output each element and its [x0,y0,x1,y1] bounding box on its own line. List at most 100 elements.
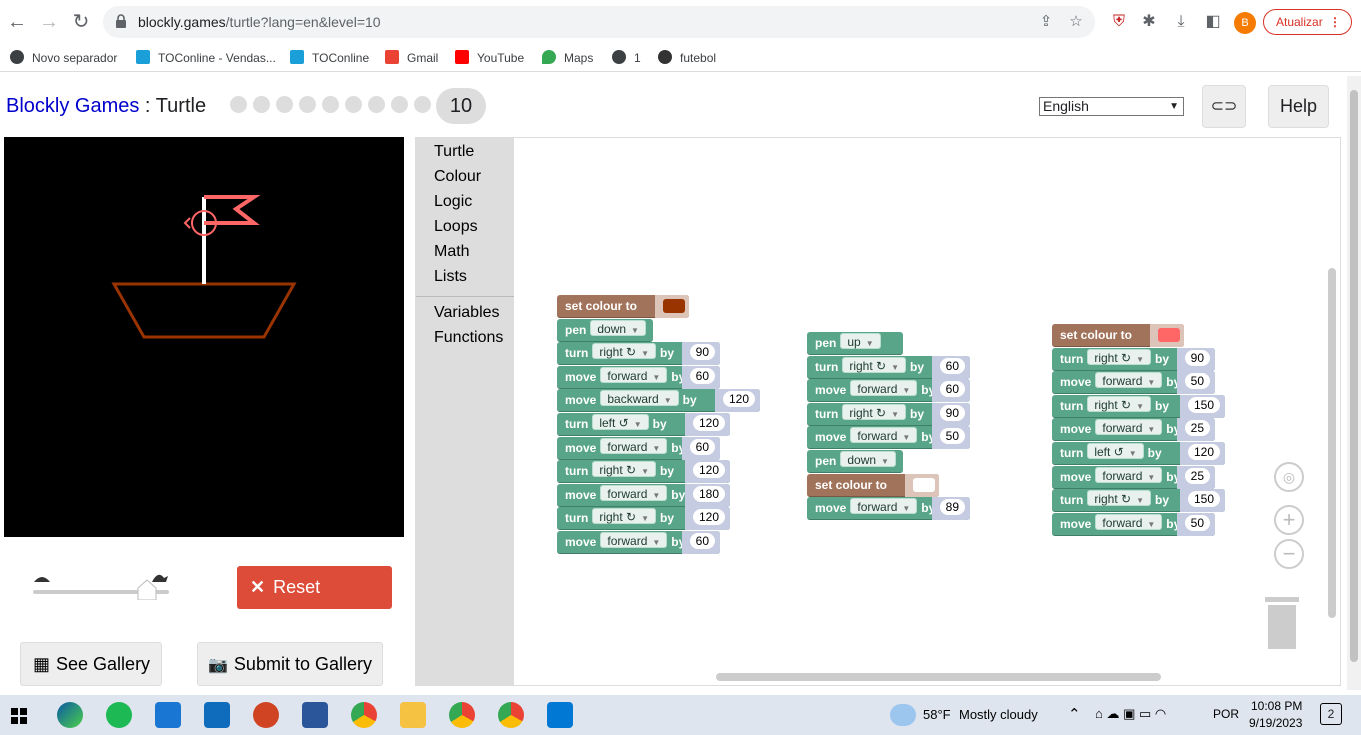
number-input[interactable]: 25 [1184,420,1210,437]
move-block[interactable]: move forward ▼ by 25 [1052,465,1215,489]
toolbox-functions[interactable]: Functions [434,329,503,347]
toolbox-logic[interactable]: Logic [434,193,472,211]
blockly-workspace[interactable]: Turtle Colour Logic Loops Math Lists Var… [415,137,1341,686]
see-gallery-button[interactable]: ▦ See Gallery [20,642,162,686]
toolbox-math[interactable]: Math [434,243,470,261]
turn-block[interactable]: turn left ↺ ▼ by 120 [557,413,730,436]
level-dot[interactable] [276,96,293,113]
workspace-vertical-scrollbar[interactable] [1328,268,1336,618]
bookmark-maps[interactable]: Maps [542,49,593,67]
move-block[interactable]: move forward ▼ by 180 [557,483,730,507]
turn-dropdown[interactable]: right ↻ ▼ [592,343,656,360]
zoom-out-icon[interactable]: − [1274,539,1304,569]
page-scrollbar[interactable] [1347,76,1361,690]
level-dot[interactable] [299,96,316,113]
turn-block[interactable]: turn right ↻ ▼ by 90 [1052,347,1215,371]
current-level[interactable]: 10 [436,88,486,124]
windows-start-icon[interactable] [11,708,27,724]
speed-slider[interactable] [30,570,175,600]
toolbox-colour[interactable]: Colour [434,168,481,186]
address-bar[interactable]: blockly.games/turtle?lang=en&level=10 ⇪ … [103,6,1095,38]
level-dot[interactable] [345,96,362,113]
level-dot[interactable] [322,96,339,113]
bookmark-toconline-vendas[interactable]: TOConline - Vendas... [136,49,276,67]
move-block[interactable]: move forward ▼ by 50 [1052,512,1215,536]
forward-icon[interactable]: → [37,10,61,34]
slider-handle[interactable] [137,579,157,600]
colour-picker[interactable] [1150,324,1184,347]
powerpoint-icon[interactable] [253,702,279,728]
number-input[interactable]: 120 [692,509,725,526]
number-input[interactable]: 120 [692,415,725,431]
move-block[interactable]: move forward ▼ by 60 [557,436,720,460]
clock-time[interactable]: 10:08 PM [1251,699,1302,713]
number-input[interactable]: 60 [689,438,715,455]
level-dot[interactable] [230,96,247,113]
turn-dropdown[interactable]: left ↺ ▼ [592,414,649,430]
pen-dropdown[interactable]: down ▼ [840,451,896,467]
number-input[interactable]: 60 [689,533,715,549]
page-scrollbar-thumb[interactable] [1350,90,1358,662]
blockly-games-link[interactable]: Blockly Games [6,95,139,117]
move-block[interactable]: move forward ▼ by 50 [807,426,970,450]
chrome-icon[interactable] [351,702,377,728]
number-input[interactable]: 90 [939,404,965,421]
turn-dropdown[interactable]: right ↻ ▼ [1087,348,1151,365]
move-block[interactable]: move forward ▼ by 25 [1052,418,1215,442]
move-dropdown[interactable]: forward ▼ [600,484,668,501]
set-colour-block[interactable]: set colour to [1052,324,1184,347]
move-block[interactable]: move forward ▼ by 50 [1052,371,1215,395]
link-button[interactable]: ⊂⊃ [1202,85,1246,128]
sidepanel-icon[interactable]: ◧ [1202,11,1224,33]
clock-date[interactable]: 9/19/2023 [1249,716,1302,730]
workspace-horizontal-scrollbar[interactable] [716,673,1161,681]
outlook-icon[interactable] [204,702,230,728]
turn-block[interactable]: turn right ↻ ▼ by 90 [807,402,970,426]
number-input[interactable]: 50 [1184,514,1210,531]
number-input[interactable]: 180 [692,485,725,502]
number-input[interactable]: 50 [1184,373,1210,390]
move-dropdown[interactable]: forward ▼ [850,427,918,444]
reload-icon[interactable]: ↻ [69,10,93,34]
turn-block[interactable]: turn right ↻ ▼ by 150 [1052,394,1225,418]
number-input[interactable]: 150 [1187,396,1220,413]
level-dot[interactable] [414,96,431,113]
pen-dropdown[interactable]: down ▼ [590,319,646,336]
chevron-up-icon[interactable]: ⌃ [1068,705,1081,723]
pen-block[interactable]: pen down ▼ [807,450,903,473]
move-block[interactable]: move forward ▼ by 60 [807,379,970,403]
move-block[interactable]: move backward ▼ by 120 [557,389,760,413]
update-button[interactable]: Atualizar ⋮ [1263,9,1352,35]
number-input[interactable]: 60 [689,367,715,384]
number-input[interactable]: 150 [1187,491,1220,508]
number-input[interactable]: 120 [722,391,755,408]
set-colour-block[interactable]: set colour to [807,473,939,497]
turn-block[interactable]: turn left ↺ ▼ by 120 [1052,442,1225,465]
move-dropdown[interactable]: backward ▼ [600,390,679,407]
bookmark-futebol[interactable]: futebol [658,49,716,67]
turn-dropdown[interactable]: right ↻ ▼ [592,508,656,525]
turn-block[interactable]: turn right ↻ ▼ by 120 [557,460,730,484]
number-input[interactable]: 89 [939,499,965,516]
edge-icon[interactable] [57,702,83,728]
move-dropdown[interactable]: forward ▼ [850,498,918,515]
back-icon[interactable]: ← [5,10,29,34]
move-dropdown[interactable]: forward ▼ [1095,466,1163,483]
level-dot[interactable] [368,96,385,113]
number-input[interactable]: 60 [939,357,965,374]
colour-picker[interactable] [655,295,689,318]
toolbox-turtle[interactable]: Turtle [434,143,474,161]
move-dropdown[interactable]: forward ▼ [850,380,918,397]
level-dot[interactable] [391,96,408,113]
turn-block[interactable]: turn right ↻ ▼ by 150 [1052,489,1225,513]
mail-icon[interactable] [155,702,181,728]
toolbox-variables[interactable]: Variables [434,304,500,322]
number-input[interactable]: 120 [692,462,725,479]
level-dot[interactable] [253,96,270,113]
trash-icon[interactable] [1260,593,1304,653]
toolbox-lists[interactable]: Lists [434,268,467,286]
language-select[interactable]: English ▼ [1039,97,1184,116]
extensions-icon[interactable]: ✱ [1138,11,1160,33]
turn-block[interactable]: turn right ↻ ▼ by 60 [807,355,970,379]
pen-dropdown[interactable]: up ▼ [840,333,881,349]
